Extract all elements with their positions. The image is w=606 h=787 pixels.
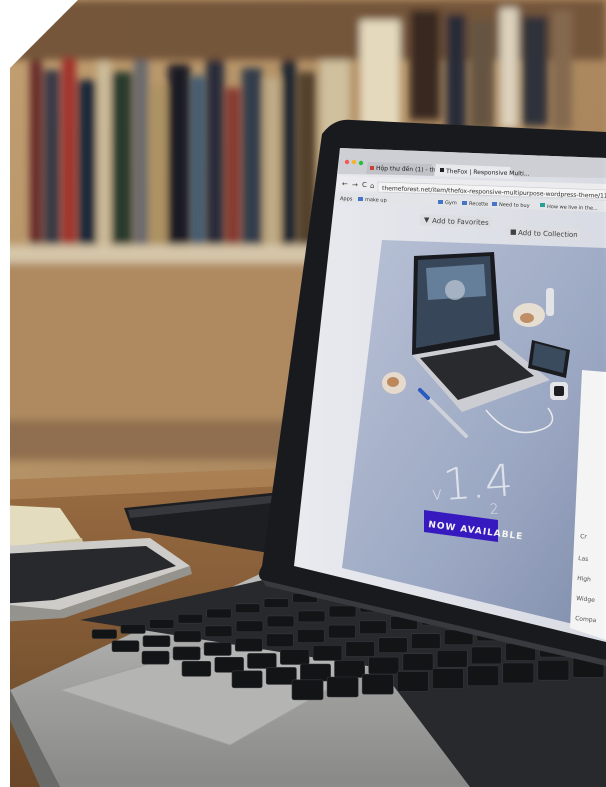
laptop-photo: Hộp thư đến (1) - thingo... TheFox | Res…	[10, 0, 606, 787]
